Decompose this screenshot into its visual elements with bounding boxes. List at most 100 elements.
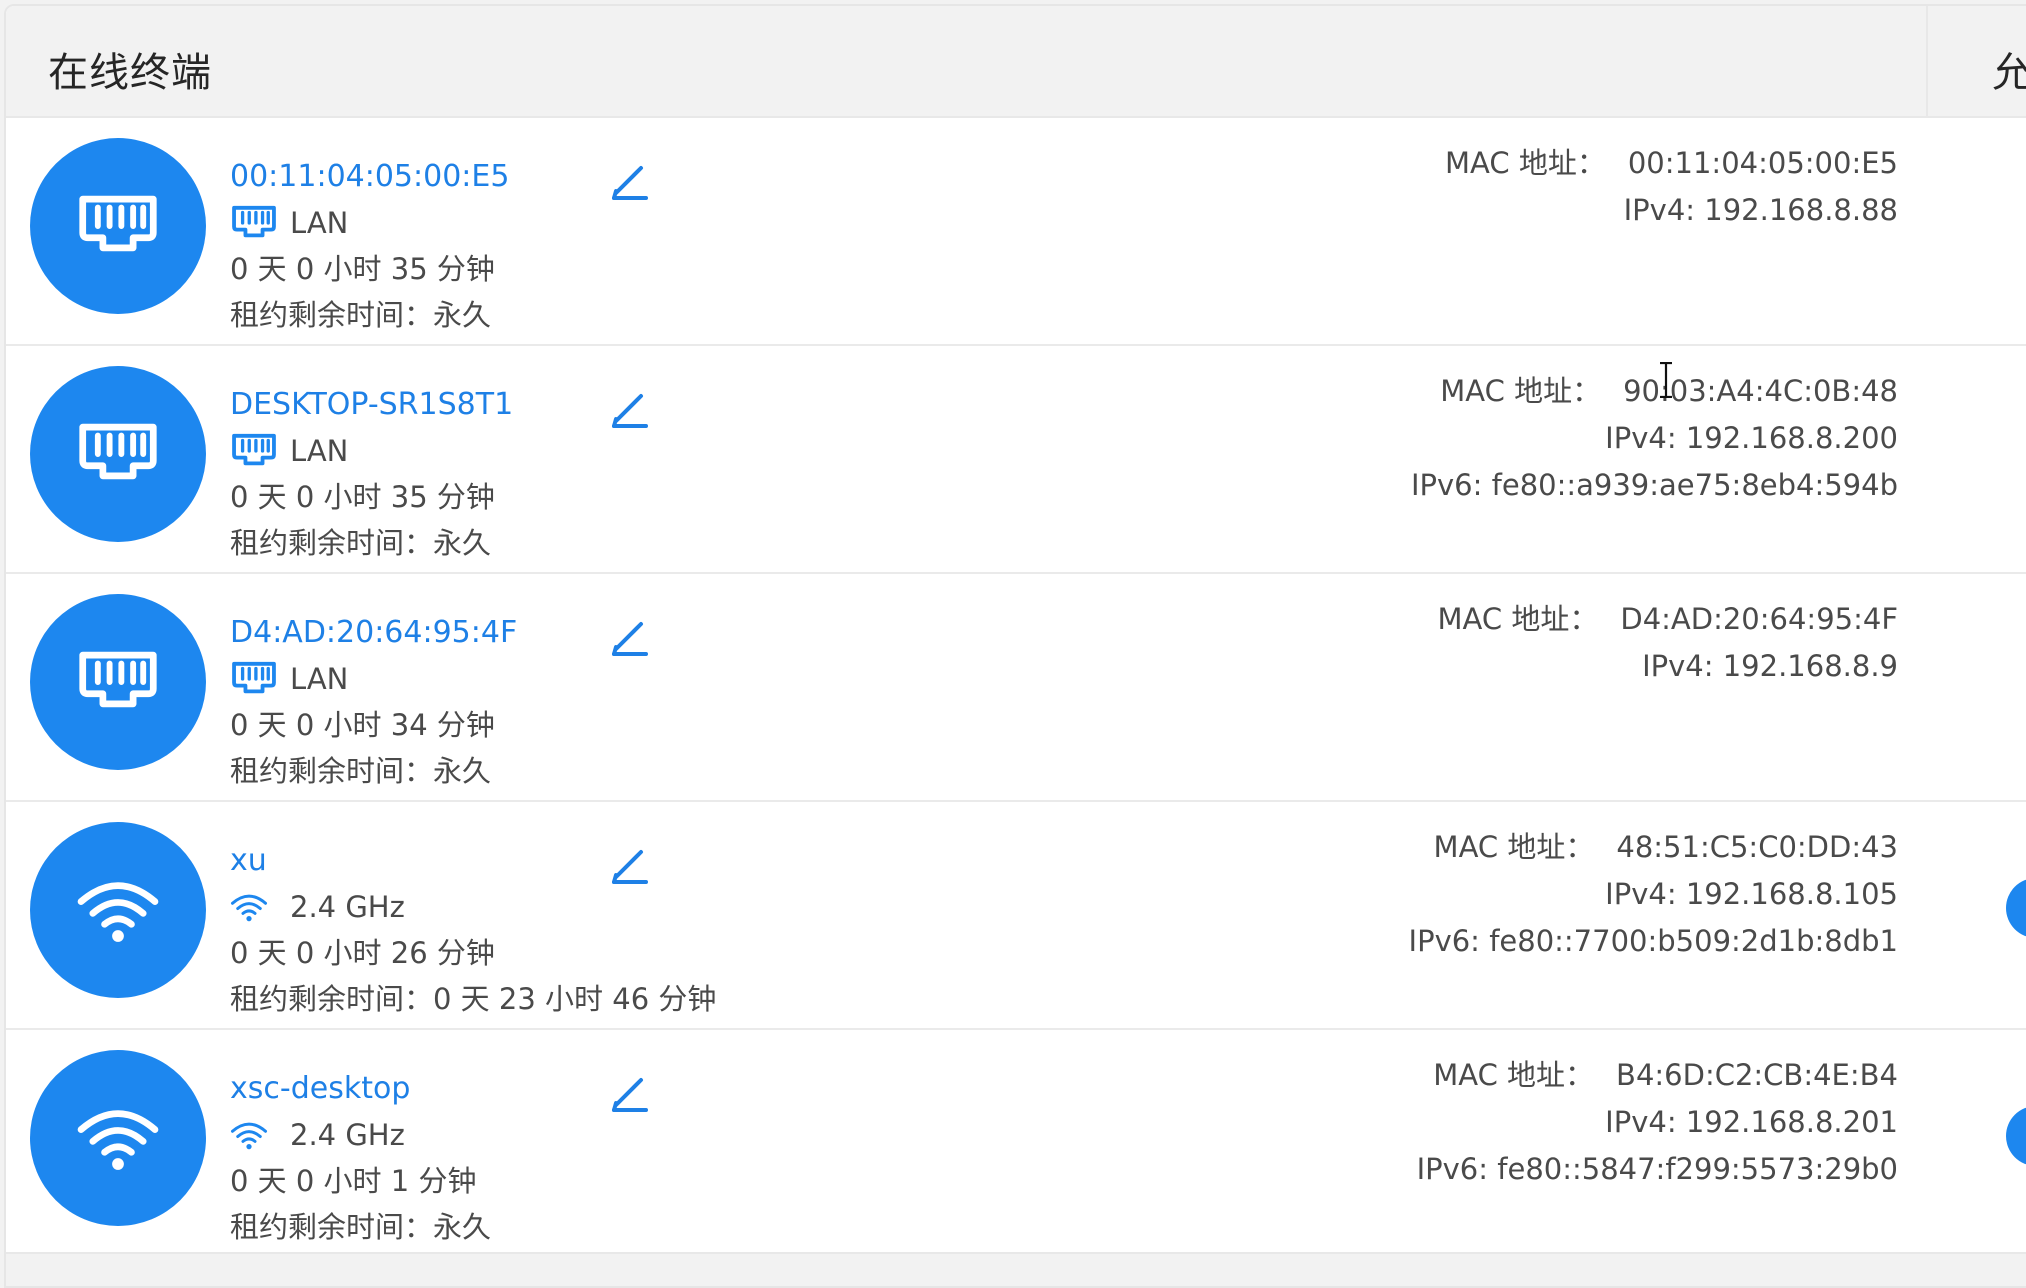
panel-title: 在线终端 [48,50,212,96]
online-time: 0 天 0 小时 34 分钟 [230,708,495,742]
lease-value: 永久 [433,298,492,332]
edit-name-button[interactable] [606,842,654,890]
lease-value: 0 天 23 小时 46 分钟 [433,982,717,1016]
mac-value: D4:AD:20:64:95:4F [1620,602,1898,636]
ipv4-address: IPv4: 192.168.8.105 [1409,871,1898,918]
device-row[interactable]: DESKTOP-SR1S8T1 LAN 0 天 0 小时 35 分钟 租约剩余时… [6,346,2026,574]
ipv4-address: IPv4: 192.168.8.9 [1438,643,1898,690]
lease-value: 永久 [433,526,492,560]
ethernet-icon [79,423,157,480]
lease-value: 永久 [433,754,492,788]
ipv4-label: IPv4: [1623,193,1696,227]
ipv4-value: 192.168.8.201 [1685,1105,1898,1139]
lease-label: 租约剩余时间： [230,982,434,1016]
ethernet-icon [232,661,276,694]
connection-label: LAN [290,206,349,240]
connection-type: LAN [230,200,509,246]
device-info: D4:AD:20:64:95:4F LAN 0 天 0 小时 34 分钟 租约剩… [230,610,517,794]
ethernet-icon [232,205,276,238]
device-name-link[interactable]: 00:11:04:05:00:E5 [230,154,509,200]
online-time: 0 天 0 小时 1 分钟 [230,1164,477,1198]
allow-toggle[interactable] [2006,878,2026,938]
lease-remaining: 租约剩余时间：永久 [230,292,509,338]
lease-remaining: 租约剩余时间：永久 [230,1204,491,1250]
mac-value: 00:11:04:05:00:E5 [1627,146,1898,180]
ethernet-icon [230,660,278,698]
ipv6-value: fe80::5847:f299:5573:29b0 [1497,1152,1898,1186]
ethernet-icon [79,651,157,708]
ethernet-icon [79,195,157,252]
mac-label: MAC 地址： [1445,146,1606,180]
ipv4-label: IPv4: [1605,421,1677,455]
mac-value: B4:6D:C2:CB:4E:B4 [1616,1058,1898,1092]
edit-name-button[interactable] [606,158,654,206]
device-addresses: MAC 地址： D4:AD:20:64:95:4F IPv4: 192.168.8… [1438,596,1898,690]
mac-address: MAC 地址： B4:6D:C2:CB:4E:B4 [1417,1052,1898,1099]
ipv4-value: 192.168.8.9 [1722,649,1898,683]
device-info: xsc-desktop 2.4 GHz 0 天 0 小时 1 分钟 租约剩余时间… [230,1066,491,1250]
device-addresses: MAC 地址： B4:6D:C2:CB:4E:B4 IPv4: 192.168.8… [1417,1052,1898,1193]
wifi-icon [230,888,278,926]
device-row[interactable]: xu 2.4 GHz 0 天 0 小时 26 分钟 租约剩余时间：0 天 23 … [6,802,2026,1030]
ipv4-address: IPv4: 192.168.8.201 [1417,1099,1898,1146]
ipv6-address: IPv6: fe80::5847:f299:5573:29b0 [1417,1146,1898,1193]
connection-label: 2.4 GHz [290,1118,405,1152]
edit-pencil-icon [612,1078,648,1112]
device-avatar [30,1050,206,1226]
ipv4-value: 192.168.8.88 [1704,193,1898,227]
ipv6-value: fe80::a939:ae75:8eb4:594b [1491,468,1898,502]
edit-pencil-icon [612,850,648,884]
device-avatar [30,366,206,542]
device-addresses: MAC 地址： 90:03:A4:4C:0B:48 IPv4: 192.168.8… [1411,368,1898,509]
wifi-icon [77,882,159,942]
wifi-icon [77,1110,159,1170]
device-list: 00:11:04:05:00:E5 LAN 0 天 0 小时 35 分钟 租约剩… [6,118,2026,1258]
device-name-link[interactable]: xsc-desktop [230,1066,491,1112]
wifi-icon [231,1122,267,1150]
connection-type: 2.4 GHz [230,1112,491,1158]
connection-type: LAN [230,428,513,474]
device-avatar [30,594,206,770]
online-time: 0 天 0 小时 35 分钟 [230,252,495,286]
allow-toggle[interactable] [2006,1106,2026,1166]
ipv6-address: IPv6: fe80::a939:ae75:8eb4:594b [1411,462,1898,509]
device-row[interactable]: 00:11:04:05:00:E5 LAN 0 天 0 小时 35 分钟 租约剩… [6,118,2026,346]
device-addresses: MAC 地址： 48:51:C5:C0:DD:43 IPv4: 192.168.8… [1409,824,1898,965]
edit-name-button[interactable] [606,614,654,662]
ipv6-address: IPv6: fe80::7700:b509:2d1b:8db1 [1409,918,1898,965]
ethernet-icon [230,204,278,242]
panel-footer [6,1252,2026,1286]
online-time: 0 天 0 小时 35 分钟 [230,480,495,514]
wifi-icon [231,894,267,922]
mac-label: MAC 地址： [1437,602,1599,636]
device-row[interactable]: xsc-desktop 2.4 GHz 0 天 0 小时 1 分钟 租约剩余时间… [6,1030,2026,1258]
mac-label: MAC 地址： [1433,1058,1595,1092]
lease-remaining: 租约剩余时间：永久 [230,520,513,566]
lease-remaining: 租约剩余时间：永久 [230,748,517,794]
device-row[interactable]: D4:AD:20:64:95:4F LAN 0 天 0 小时 34 分钟 租约剩… [6,574,2026,802]
mac-value: 48:51:C5:C0:DD:43 [1616,830,1898,864]
edit-name-button[interactable] [606,386,654,434]
connection-type: 2.4 GHz [230,884,716,930]
ipv4-value: 192.168.8.200 [1685,421,1898,455]
ipv4-value: 192.168.8.105 [1685,877,1898,911]
panel-header: 在线终端 允 [6,6,2026,118]
connection-label: LAN [290,434,349,468]
online-time: 0 天 0 小时 26 分钟 [230,936,495,970]
lease-label: 租约剩余时间： [230,1210,434,1244]
mac-address: MAC 地址： 90:03:A4:4C:0B:48 [1411,368,1898,415]
device-name-link[interactable]: D4:AD:20:64:95:4F [230,610,517,656]
text-cursor-icon [1660,362,1672,398]
wifi-icon [230,1116,278,1154]
device-avatar [30,138,206,314]
connection-label: 2.4 GHz [290,890,405,924]
device-name-link[interactable]: DESKTOP-SR1S8T1 [230,382,513,428]
edit-pencil-icon [612,166,648,200]
ipv6-value: fe80::7700:b509:2d1b:8db1 [1489,924,1898,958]
ipv6-label: IPv6: [1410,468,1483,502]
lease-value: 永久 [433,1210,492,1244]
mac-label: MAC 地址： [1440,374,1602,408]
lease-label: 租约剩余时间： [230,526,434,560]
ipv4-label: IPv4: [1605,1105,1677,1139]
edit-name-button[interactable] [606,1070,654,1118]
